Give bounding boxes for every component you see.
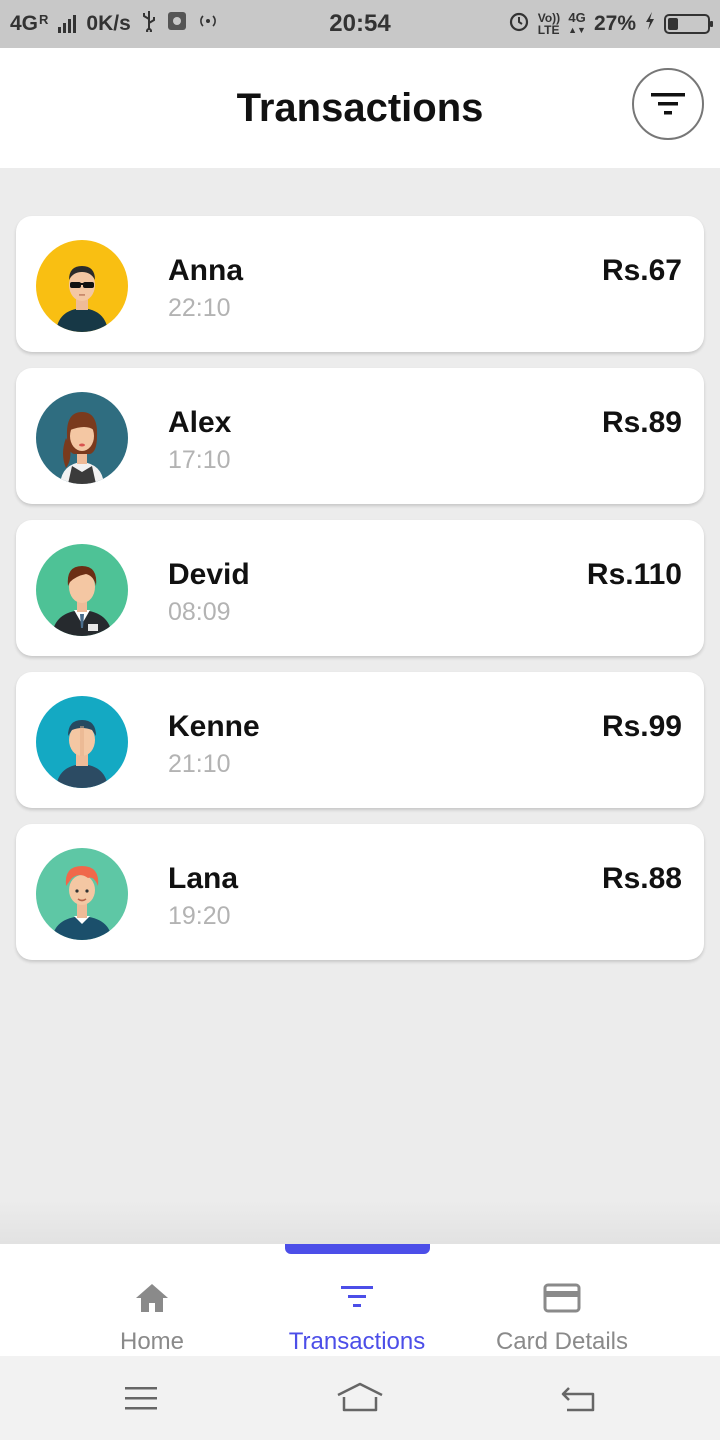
system-navigation-bar [0,1356,720,1440]
avatar [36,392,128,484]
back-icon[interactable] [554,1378,604,1418]
net-type-label: 4G [568,10,586,25]
signal-strength-icon [58,15,77,33]
transaction-amount: Rs.110 [586,558,682,591]
battery-percent: 27% [593,12,636,35]
data-arrows-icon: ▲▼ [568,25,586,35]
battery-level [668,18,678,30]
transaction-amount: Rs.99 [601,710,682,743]
transaction-time: 22:10 [168,294,231,322]
page-title: Transactions [236,86,484,130]
avatar-man-suit-icon [36,544,128,636]
transaction-time: 17:10 [168,446,231,474]
volte-indicator: Vo)) LTE [538,12,560,36]
transaction-card[interactable]: Lana 19:20 Rs.88 [16,824,704,960]
transaction-time: 19:20 [168,902,231,930]
hotspot-icon [197,12,219,36]
app-notification-icon [167,11,187,37]
transaction-amount: Rs.67 [601,254,682,287]
transaction-name: Kenne [168,710,260,743]
home-icon [132,1280,172,1316]
volte-bottom-label: LTE [537,23,560,37]
transaction-time: 21:10 [168,750,231,778]
avatar-redhead-icon [36,848,128,940]
transaction-card[interactable]: Alex 17:10 Rs.89 [16,368,704,504]
filter-button[interactable] [632,68,704,140]
transaction-card[interactable]: Devid 08:09 Rs.110 [16,520,704,656]
card-icon [542,1280,582,1316]
network-type-label: 4G R [10,12,48,36]
nav-label-home: Home [119,1328,185,1355]
avatar [36,848,128,940]
battery-icon [664,14,713,34]
alarm-icon [508,10,530,38]
menu-icon[interactable] [116,1378,166,1418]
transaction-name: Alex [168,406,232,439]
transaction-name: Lana [168,862,239,895]
avatar-woman-icon [36,392,128,484]
nav-tab-card-details[interactable]: Card Details [490,1244,634,1356]
network-speed: 0K/s [86,12,131,35]
status-bar: 4G R 0K/s 20:54 Vo)) LTE 4G ▲▼ 27% [0,0,720,48]
avatar [36,240,128,332]
filter-icon [337,1280,377,1316]
transaction-list: Anna 22:10 Rs.67 Alex 17:10 Rs.89 Devid … [16,216,704,976]
transaction-amount: Rs.88 [601,862,682,895]
filter-icon [651,93,685,115]
app-header: Transactions [0,48,720,168]
avatar [36,544,128,636]
charging-icon [644,11,656,37]
roaming-indicator: R [39,12,49,27]
transaction-name: Anna [168,254,243,287]
status-bar-left: 4G R 0K/s [10,10,508,38]
avatar-man-sunglasses-icon [36,240,128,332]
avatar-man-icon [36,696,128,788]
transaction-amount: Rs.89 [601,406,682,439]
bottom-shadow [0,1200,720,1244]
bottom-navigation: Home Transactions Card Details [0,1244,720,1356]
transaction-card[interactable]: Anna 22:10 Rs.67 [16,216,704,352]
nav-label-transactions: Transactions [288,1328,426,1355]
network-type: 4G [10,12,39,35]
transaction-card[interactable]: Kenne 21:10 Rs.99 [16,672,704,808]
transaction-name: Devid [168,558,250,591]
nav-tab-transactions[interactable]: Transactions [270,1244,444,1356]
nav-label-card-details: Card Details [495,1328,629,1355]
home-outline-icon[interactable] [335,1378,385,1418]
usb-icon [141,10,157,38]
transaction-time: 08:09 [168,598,231,626]
avatar [36,696,128,788]
status-bar-right: Vo)) LTE 4G ▲▼ 27% [508,10,713,38]
net-type-indicator: 4G ▲▼ [568,10,586,36]
nav-tab-home[interactable]: Home [90,1244,214,1356]
